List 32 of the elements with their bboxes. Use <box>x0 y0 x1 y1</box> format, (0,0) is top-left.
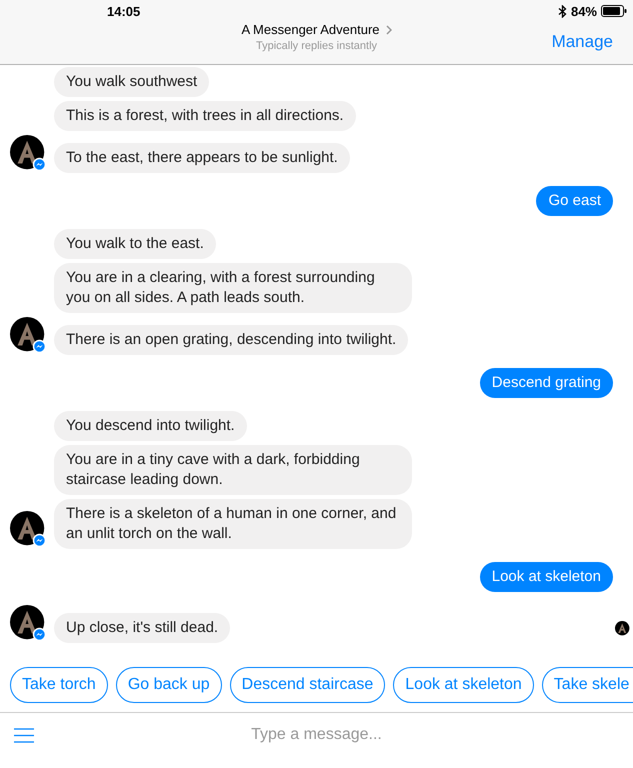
quick-reply-button[interactable]: Take torch <box>10 667 108 703</box>
bot-avatar-icon <box>10 511 48 549</box>
bot-avatar-icon <box>10 317 48 355</box>
user-message-bubble: Descend grating <box>480 368 613 398</box>
quick-reply-button[interactable]: Take skele <box>542 667 633 703</box>
battery-percentage: 84% <box>570 4 597 18</box>
bot-message-bubble: There is an open grating, descending into twilight. <box>54 325 408 355</box>
bot-avatar-icon <box>615 621 631 637</box>
quick-reply-button[interactable]: Look at skeleton <box>393 667 534 703</box>
bluetooth-icon <box>558 4 567 18</box>
manage-link[interactable]: Manage <box>552 32 613 52</box>
bot-message-bubble: This is a forest, with trees in all directions. <box>54 101 356 131</box>
bot-avatar-icon <box>10 135 48 173</box>
user-message-bubble: Go east <box>536 186 613 216</box>
quick-reply-button[interactable]: Go back up <box>116 667 222 703</box>
chevron-right-icon <box>386 24 392 34</box>
battery-icon <box>601 5 627 17</box>
conversation-subtitle: Typically replies instantly <box>256 40 378 52</box>
status-time: 14:05 <box>107 4 142 18</box>
bot-message-bubble: There is a skeleton of a human in one corner, and an unlit torch on the wall. <box>54 499 412 549</box>
conversation-title[interactable]: A Messenger Adventure <box>241 22 380 37</box>
bot-message-bubble: You are in a tiny cave with a dark, forbidding staircase leading down. <box>54 445 412 495</box>
menu-icon[interactable] <box>14 728 34 742</box>
bot-message-bubble: To the east, there appears to be sunlight. <box>54 143 350 173</box>
bot-message-bubble: You walk southwest <box>54 67 210 97</box>
user-message-bubble: Look at skeleton <box>480 562 613 592</box>
quick-reply-button[interactable]: Descend staircase <box>230 667 386 703</box>
bot-message-bubble: You walk to the east. <box>54 229 216 259</box>
bot-message-bubble: Up close, it's still dead. <box>54 613 230 643</box>
bot-message-bubble: You are in a clearing, with a forest surrounding you on all sides. A path leads south. <box>54 263 412 313</box>
bot-avatar-icon <box>10 605 48 643</box>
bot-message-bubble: You descend into twilight. <box>54 411 247 441</box>
